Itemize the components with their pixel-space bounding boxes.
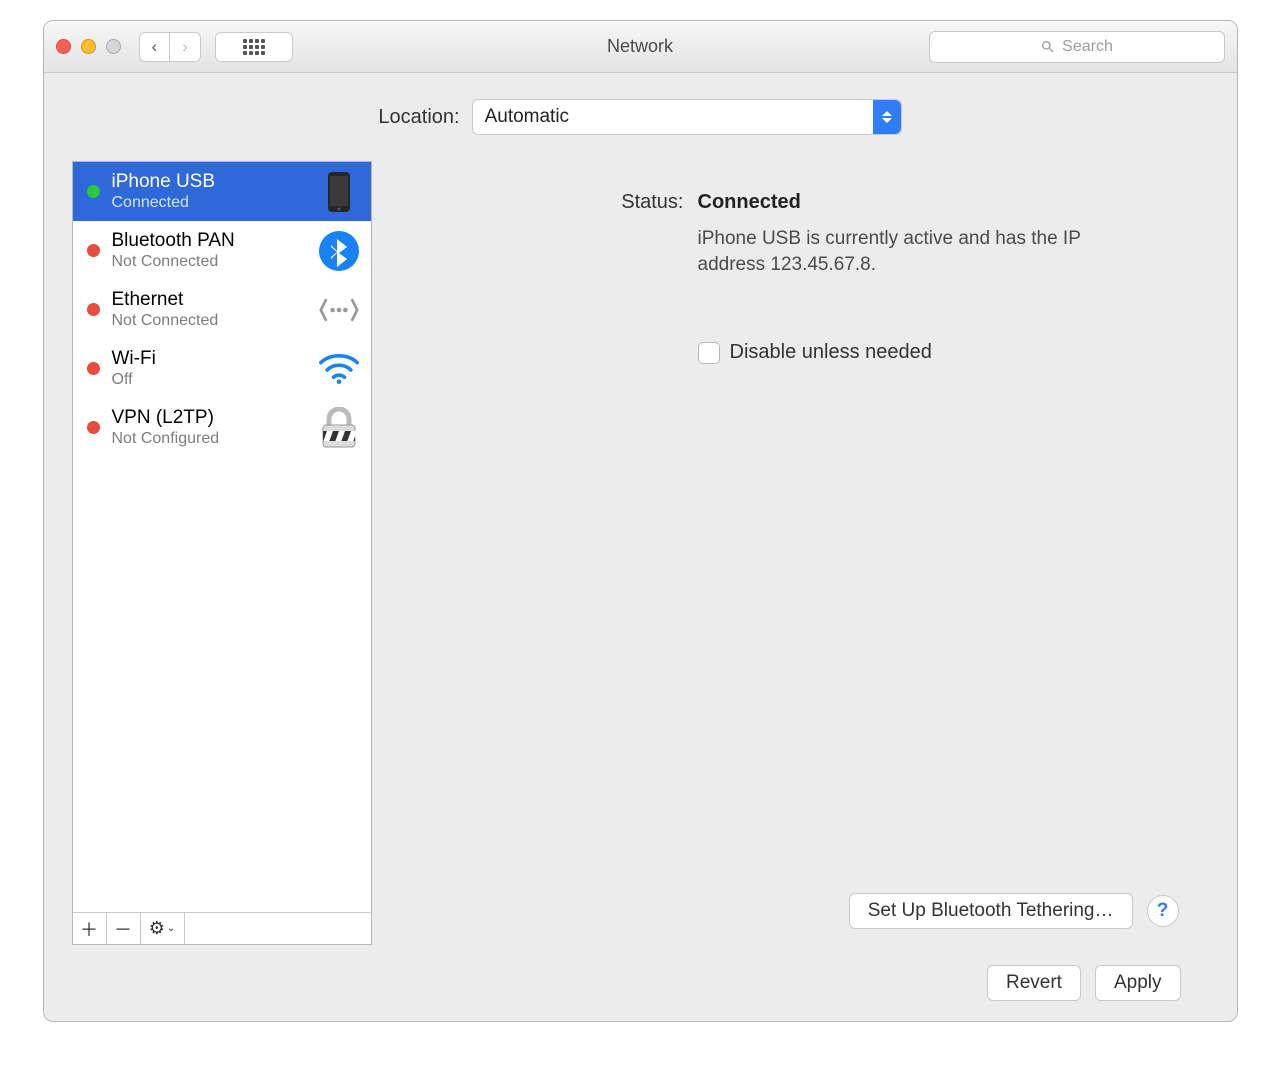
fullscreen-window-button (106, 39, 121, 54)
grid-icon (243, 39, 265, 55)
sidebar-action-bar: ＋ － ⚙︎⌄ (73, 912, 371, 944)
service-wifi[interactable]: Wi-Fi Off (73, 339, 371, 398)
search-icon (1040, 39, 1056, 55)
service-status: Connected (112, 194, 307, 212)
service-iphone-usb[interactable]: iPhone USB Connected (73, 162, 371, 221)
disable-label: Disable unless needed (730, 341, 932, 364)
window-controls (56, 39, 121, 54)
chevron-right-icon: › (182, 37, 188, 57)
gear-icon: ⚙︎ (149, 918, 165, 939)
help-button[interactable]: ? (1147, 895, 1179, 927)
service-name: iPhone USB (112, 171, 307, 193)
service-name: Ethernet (112, 289, 307, 311)
wifi-icon (319, 349, 359, 389)
service-vpn[interactable]: VPN (L2TP) Not Configured (73, 398, 371, 457)
location-value: Automatic (485, 106, 569, 128)
service-detail-pane: Status: Connected iPhone USB is currentl… (394, 161, 1209, 945)
lock-icon (319, 408, 359, 448)
bluetooth-icon (319, 231, 359, 271)
search-placeholder: Search (1062, 38, 1113, 56)
status-value: Connected (698, 191, 801, 214)
location-row: Location: Automatic (72, 99, 1209, 135)
chevron-down-icon: ⌄ (167, 923, 175, 934)
status-indicator-icon (87, 303, 100, 316)
status-indicator-icon (87, 421, 100, 434)
status-description: iPhone USB is currently active and has t… (698, 226, 1118, 277)
minimize-window-button[interactable] (81, 39, 96, 54)
nav-buttons: ‹ › (139, 32, 201, 62)
search-input[interactable]: Search (929, 31, 1225, 63)
chevron-left-icon: ‹ (152, 37, 158, 57)
iphone-icon (319, 172, 359, 212)
titlebar: ‹ › Network Search (44, 21, 1237, 73)
apply-button[interactable]: Apply (1095, 965, 1181, 1001)
status-label: Status: (434, 191, 684, 214)
show-all-button[interactable] (215, 32, 293, 62)
service-name: Wi-Fi (112, 348, 307, 370)
updown-icon (873, 100, 901, 134)
minus-icon: － (114, 916, 132, 942)
service-name: VPN (L2TP) (112, 407, 307, 429)
status-indicator-icon (87, 185, 100, 198)
status-indicator-icon (87, 244, 100, 257)
service-bluetooth-pan[interactable]: Bluetooth PAN Not Connected (73, 221, 371, 280)
service-actions-menu[interactable]: ⚙︎⌄ (141, 913, 185, 944)
remove-service-button[interactable]: － (107, 913, 141, 944)
plus-icon: ＋ (80, 916, 98, 942)
service-name: Bluetooth PAN (112, 230, 307, 252)
disable-checkbox[interactable] (698, 342, 720, 364)
back-button[interactable]: ‹ (139, 32, 170, 62)
service-status: Off (112, 371, 307, 389)
location-label: Location: (378, 106, 459, 129)
footer-buttons: Revert Apply (72, 945, 1209, 1001)
status-indicator-icon (87, 362, 100, 375)
add-service-button[interactable]: ＋ (73, 913, 107, 944)
services-sidebar: iPhone USB Connected Bluetooth PAN Not C… (72, 161, 372, 945)
forward-button[interactable]: › (169, 32, 201, 62)
disable-unless-needed-row[interactable]: Disable unless needed (698, 341, 1179, 364)
setup-tethering-button[interactable]: Set Up Bluetooth Tethering… (849, 893, 1133, 929)
help-icon: ? (1157, 900, 1169, 922)
service-status: Not Connected (112, 312, 307, 330)
revert-button[interactable]: Revert (987, 965, 1081, 1001)
service-ethernet[interactable]: Ethernet Not Connected (73, 280, 371, 339)
network-preferences-window: ‹ › Network Search Location: Automatic (43, 20, 1238, 1022)
ethernet-icon (319, 290, 359, 330)
location-select[interactable]: Automatic (472, 99, 902, 135)
close-window-button[interactable] (56, 39, 71, 54)
service-status: Not Configured (112, 430, 307, 448)
service-status: Not Connected (112, 253, 307, 271)
